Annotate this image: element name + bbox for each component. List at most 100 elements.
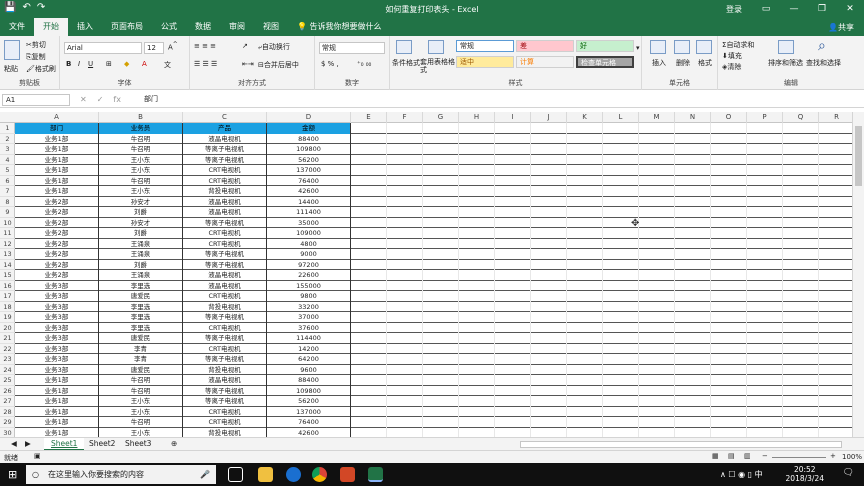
data-cell[interactable]: 牛召明 [99,175,183,186]
empty-cell[interactable] [567,207,603,218]
empty-cell[interactable] [351,175,387,186]
empty-cell[interactable] [639,385,675,396]
empty-cell[interactable] [711,175,747,186]
empty-cell[interactable] [495,343,531,354]
empty-cell[interactable] [603,144,639,155]
empty-cell[interactable] [747,280,783,291]
empty-cell[interactable] [819,365,852,376]
data-cell[interactable]: 业务2部 [15,270,99,281]
empty-cell[interactable] [387,396,423,407]
empty-cell[interactable] [495,249,531,260]
empty-cell[interactable] [531,186,567,197]
empty-cell[interactable] [531,301,567,312]
data-cell[interactable]: 液晶电视机 [183,270,267,281]
empty-cell[interactable] [423,406,459,417]
empty-cell[interactable] [495,333,531,344]
empty-cell[interactable] [495,217,531,228]
empty-cell[interactable] [639,196,675,207]
empty-cell[interactable] [747,322,783,333]
row-header[interactable]: 14 [0,260,15,270]
data-cell[interactable]: CRT电视机 [183,291,267,302]
empty-cell[interactable] [495,165,531,176]
empty-cell[interactable] [459,259,495,270]
empty-cell[interactable] [567,385,603,396]
empty-cell[interactable] [423,333,459,344]
data-cell[interactable]: 王涌泉 [99,270,183,281]
tab-page-layout[interactable]: 页面布局 [102,18,152,36]
empty-cell[interactable] [675,396,711,407]
empty-cell[interactable] [603,417,639,428]
border-icon[interactable]: ⊞ [106,60,112,68]
data-cell[interactable]: 刘爵 [99,259,183,270]
insert-cells-icon[interactable] [650,40,666,56]
empty-cell[interactable] [495,354,531,365]
empty-cell[interactable] [747,333,783,344]
row-header[interactable]: 8 [0,197,15,207]
data-cell[interactable]: 业务1部 [15,144,99,155]
empty-cell[interactable] [459,375,495,386]
zoom-out-icon[interactable]: − [762,452,768,460]
empty-cell[interactable] [819,249,852,260]
data-cell[interactable]: 76400 [267,175,351,186]
scroll-thumb[interactable] [855,126,862,186]
row-header[interactable]: 6 [0,176,15,186]
empty-cell[interactable] [387,228,423,239]
header-cell[interactable]: 业务员 [99,123,183,134]
data-cell[interactable]: 背投电视机 [183,186,267,197]
empty-cell[interactable] [675,123,711,134]
empty-cell[interactable] [567,144,603,155]
empty-cell[interactable] [351,186,387,197]
cut-button[interactable]: ✂剪切 [26,40,46,50]
data-cell[interactable]: 等离子电视机 [183,385,267,396]
conditional-format-button[interactable]: 条件格式 [392,58,420,68]
empty-cell[interactable] [603,312,639,323]
empty-cell[interactable] [567,427,603,437]
empty-cell[interactable] [423,154,459,165]
row-header[interactable]: 16 [0,281,15,291]
empty-cell[interactable] [531,217,567,228]
empty-cell[interactable] [639,249,675,260]
file-explorer-icon[interactable] [258,467,273,482]
data-cell[interactable]: 李里选 [99,280,183,291]
row-header[interactable]: 24 [0,365,15,375]
empty-cell[interactable] [351,259,387,270]
row-header[interactable]: 21 [0,333,15,344]
empty-cell[interactable] [675,280,711,291]
empty-cell[interactable] [531,196,567,207]
data-cell[interactable]: 李里选 [99,301,183,312]
empty-cell[interactable] [819,396,852,407]
data-cell[interactable]: 唐爱民 [99,364,183,375]
tray-icons[interactable]: ∧ ☐ ◉ ▯ 中 [720,469,763,480]
empty-cell[interactable] [639,354,675,365]
number-format-select[interactable]: 常规 [319,42,385,54]
accounting-icon[interactable]: $ % , [321,60,339,68]
empty-cell[interactable] [567,228,603,239]
empty-cell[interactable] [351,354,387,365]
empty-cell[interactable] [711,133,747,144]
empty-cell[interactable] [423,196,459,207]
empty-cell[interactable] [711,354,747,365]
row-header[interactable]: 28 [0,407,15,417]
empty-cell[interactable] [387,186,423,197]
empty-cell[interactable] [495,291,531,302]
styles-more-icon[interactable]: ▾ [636,44,640,52]
empty-cell[interactable] [495,385,531,396]
data-cell[interactable]: 王小东 [99,396,183,407]
data-cell[interactable]: 业务1部 [15,154,99,165]
empty-cell[interactable] [747,417,783,428]
format-painter-button[interactable]: 🖌格式刷 [26,64,56,74]
data-cell[interactable]: CRT电视机 [183,322,267,333]
insert-function-icon[interactable]: fx [113,95,121,104]
empty-cell[interactable] [567,154,603,165]
row-header[interactable]: 11 [0,228,15,239]
empty-cell[interactable] [351,123,387,134]
empty-cell[interactable] [531,427,567,437]
empty-cell[interactable] [819,239,852,250]
empty-cell[interactable] [819,186,852,197]
empty-cell[interactable] [351,385,387,396]
style-calculation[interactable]: 计算 [516,56,574,68]
data-cell[interactable]: 牛召明 [99,375,183,386]
empty-cell[interactable] [567,354,603,365]
empty-cell[interactable] [711,364,747,375]
column-header-i[interactable]: I [495,112,531,123]
